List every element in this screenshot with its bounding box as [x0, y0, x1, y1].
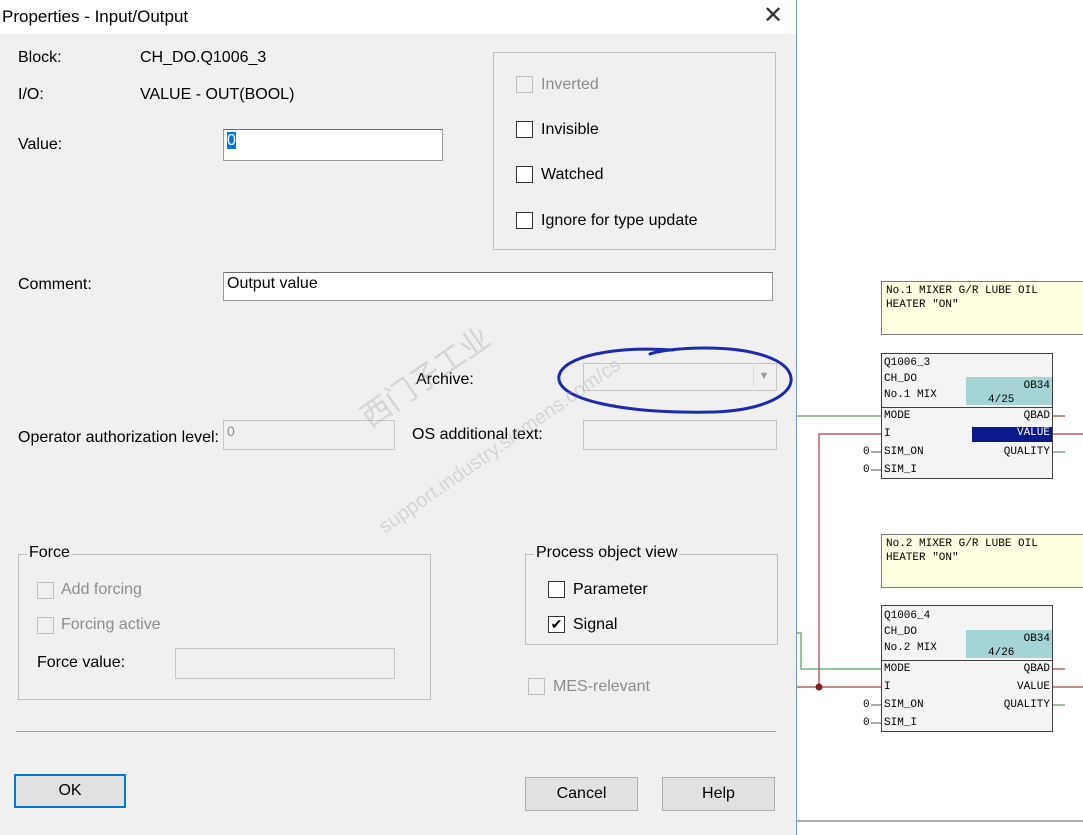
archive-label: Archive:	[416, 371, 474, 388]
operator-auth-label: Operator authorization level:	[18, 429, 219, 446]
options-group: Inverted Invisible Watched Ignore for ty…	[493, 52, 776, 250]
cancel-button[interactable]: Cancel	[525, 777, 638, 811]
help-button[interactable]: Help	[662, 777, 775, 811]
signal-checkbox[interactable]: ✔	[548, 616, 565, 633]
add-forcing-label: Add forcing	[61, 581, 142, 598]
comment-label: Comment:	[18, 276, 92, 293]
force-legend: Force	[27, 544, 72, 562]
mes-relevant-label: MES-relevant	[553, 678, 650, 695]
invisible-checkbox[interactable]	[516, 121, 533, 138]
force-group: Force Add forcing Forcing active Force v…	[18, 544, 431, 700]
value-label: Value:	[18, 136, 63, 153]
separator	[16, 731, 776, 732]
value-field[interactable]: 0	[223, 129, 443, 161]
value-field-text: 0	[227, 132, 236, 149]
process-object-view-legend: Process object view	[534, 544, 680, 562]
mes-relevant-checkbox	[528, 678, 545, 695]
parameter-checkbox[interactable]	[548, 581, 565, 598]
invisible-label[interactable]: Invisible	[541, 121, 599, 139]
block-label: Block:	[18, 49, 62, 66]
watched-checkbox[interactable]	[516, 166, 533, 183]
io-value: VALUE - OUT(BOOL)	[140, 86, 295, 103]
comment-field[interactable]: Output value	[223, 272, 773, 301]
ignore-type-update-label[interactable]: Ignore for type update	[541, 212, 698, 230]
signal-label[interactable]: Signal	[573, 616, 617, 634]
block-value: CH_DO.Q1006_3	[140, 49, 267, 66]
forcing-active-label: Forcing active	[61, 616, 161, 633]
io-label: I/O:	[18, 86, 44, 103]
chevron-down-icon: ▼	[753, 366, 774, 386]
dialog-title: Properties - Input/Output	[2, 7, 189, 26]
inverted-label: Inverted	[541, 76, 599, 93]
cfc-chart-area: No.1 MIXER G/R LUBE OIL HEATER "ON" Q100…	[797, 0, 1083, 835]
ignore-type-update-checkbox[interactable]	[516, 212, 533, 229]
force-value-field	[175, 648, 395, 679]
os-text-label: OS additional text:	[412, 426, 543, 443]
cfc-wires	[797, 415, 1083, 822]
parameter-label[interactable]: Parameter	[573, 581, 648, 599]
force-value-label: Force value:	[37, 654, 126, 671]
properties-dialog: Properties - Input/Output ✕ Block: CH_DO…	[0, 0, 797, 835]
title-bar[interactable]: Properties - Input/Output ✕	[0, 0, 796, 34]
watched-label[interactable]: Watched	[541, 166, 604, 184]
os-text-field	[583, 420, 777, 450]
add-forcing-checkbox	[37, 582, 54, 599]
close-icon[interactable]: ✕	[760, 3, 786, 29]
archive-combobox: ▼	[583, 363, 777, 391]
ok-button[interactable]: OK	[14, 774, 126, 808]
process-object-view-group: Process object view Parameter ✔ Signal	[525, 544, 778, 645]
inverted-checkbox	[516, 76, 533, 93]
checkmark-icon: ✔	[550, 616, 563, 632]
forcing-active-checkbox	[37, 617, 54, 634]
operator-auth-field: 0	[223, 420, 395, 450]
